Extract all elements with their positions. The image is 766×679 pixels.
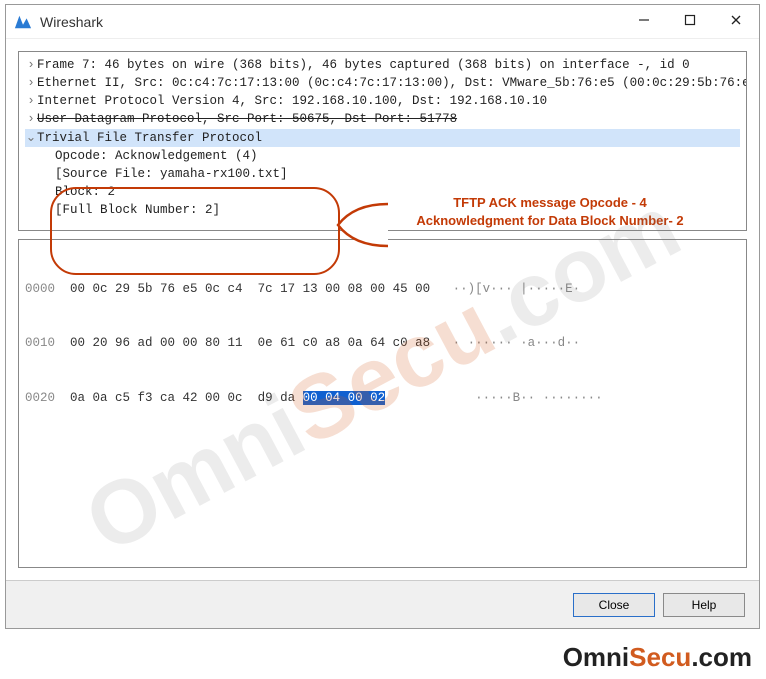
detail-row[interactable]: ›Internet Protocol Version 4, Src: 192.1… (25, 92, 740, 110)
detail-text: Block: 2 (55, 185, 115, 199)
detail-text: [Full Block Number: 2] (55, 203, 220, 217)
expand-icon[interactable]: › (25, 110, 37, 128)
maximize-button[interactable] (667, 5, 713, 35)
hex-line: 0010 00 20 96 ad 00 00 80 11 0e 61 c0 a8… (25, 334, 740, 352)
window-title: Wireshark (40, 14, 103, 30)
detail-row[interactable]: ›Ethernet II, Src: 0c:c4:7c:17:13:00 (0c… (25, 74, 740, 92)
detail-text: Trivial File Transfer Protocol (37, 131, 262, 145)
detail-text: [Source File: yamaha-rx100.txt] (55, 167, 288, 181)
collapse-icon[interactable]: ⌄ (25, 129, 37, 147)
help-button[interactable]: Help (663, 593, 745, 617)
close-button[interactable]: Close (573, 593, 655, 617)
hex-line: 0020 0a 0a c5 f3 ca 42 00 0c d9 da 00 04… (25, 389, 740, 407)
minimize-button[interactable] (621, 5, 667, 35)
expand-icon[interactable]: › (25, 56, 37, 74)
close-window-button[interactable] (713, 5, 759, 35)
detail-text: Ethernet II, Src: 0c:c4:7c:17:13:00 (0c:… (37, 76, 747, 90)
detail-row-selected[interactable]: ⌄Trivial File Transfer Protocol (25, 129, 740, 147)
detail-row[interactable]: [Source File: yamaha-rx100.txt] (25, 165, 740, 183)
detail-row[interactable]: Opcode: Acknowledgement (4) (25, 147, 740, 165)
dialog-footer: Close Help (6, 580, 759, 628)
detail-text: User Datagram Protocol, Src Port: 50675,… (37, 112, 457, 126)
detail-row[interactable]: ›Frame 7: 46 bytes on wire (368 bits), 4… (25, 56, 740, 74)
window-controls (621, 5, 759, 35)
detail-text: Opcode: Acknowledgement (4) (55, 149, 258, 163)
content-area: ›Frame 7: 46 bytes on wire (368 bits), 4… (6, 39, 759, 580)
detail-text: Internet Protocol Version 4, Src: 192.16… (37, 94, 547, 108)
hex-selection: 00 04 00 02 (303, 391, 386, 405)
detail-row[interactable]: Block: 2 (25, 183, 740, 201)
site-credit: OmniSecu.com (563, 642, 752, 673)
detail-row[interactable]: ›User Datagram Protocol, Src Port: 50675… (25, 110, 740, 128)
titlebar: Wireshark (6, 5, 759, 39)
wireshark-logo-icon (14, 13, 32, 31)
hex-line: 0000 00 0c 29 5b 76 e5 0c c4 7c 17 13 00… (25, 280, 740, 298)
expand-icon[interactable]: › (25, 92, 37, 110)
detail-text: Frame 7: 46 bytes on wire (368 bits), 46… (37, 58, 690, 72)
hex-dump-pane[interactable]: 0000 00 0c 29 5b 76 e5 0c c4 7c 17 13 00… (18, 239, 747, 568)
detail-row[interactable]: [Full Block Number: 2] (25, 201, 740, 219)
wireshark-window: Wireshark ›Frame 7: 46 bytes on wire (36… (5, 4, 760, 629)
packet-detail-pane[interactable]: ›Frame 7: 46 bytes on wire (368 bits), 4… (18, 51, 747, 231)
expand-icon[interactable]: › (25, 74, 37, 92)
